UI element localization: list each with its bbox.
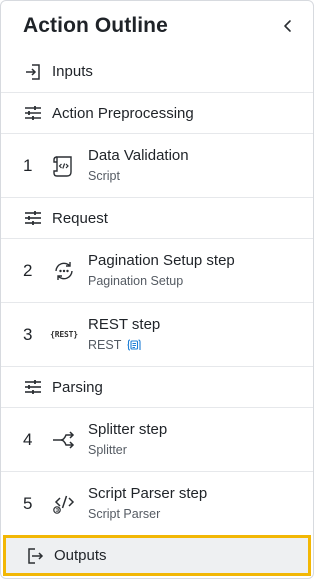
step-subtitle: Pagination Setup [88, 273, 184, 288]
step-number: 2 [23, 260, 33, 280]
outline-item-label: Outputs [54, 547, 107, 564]
sliders-icon [23, 208, 43, 228]
section-label: Action Preprocessing [52, 104, 194, 122]
script-scroll-icon [49, 151, 79, 181]
step-subtitle: Script [88, 168, 120, 183]
step-number: 3 [23, 324, 33, 344]
outline-step-1[interactable]: 1 Data Validation Script [1, 133, 313, 197]
section-label: Parsing [52, 378, 103, 396]
section-label: Request [52, 209, 108, 227]
panel-header: Action Outline [1, 1, 313, 51]
panel-title: Action Outline [23, 14, 168, 37]
code-parser-icon [49, 489, 79, 519]
step-subtitle: REST [88, 337, 122, 352]
step-number: 1 [23, 155, 33, 175]
outline-item-inputs[interactable]: Inputs [1, 51, 313, 92]
step-title: Splitter step [88, 420, 168, 438]
outline-item-label: Inputs [52, 63, 93, 80]
outline-section-request[interactable]: Request [1, 197, 313, 238]
outline-step-2[interactable]: 2 Pagination Setup step Pagination Setup [1, 238, 313, 302]
outline-list: Inputs Action Preprocessing 1 Data Valid… [1, 51, 313, 576]
rest-braces-icon: {REST} [49, 320, 79, 350]
step-title: Pagination Setup step [88, 251, 235, 269]
step-number: 4 [23, 429, 33, 449]
step-number: 5 [23, 493, 33, 513]
step-title: REST step [88, 315, 161, 333]
swagger-icon [127, 338, 141, 351]
outline-item-outputs[interactable]: Outputs [3, 535, 311, 576]
pagination-cycle-icon [49, 256, 79, 286]
step-subtitle-wrap: REST [88, 335, 160, 355]
split-arrow-icon [49, 425, 79, 455]
step-subtitle: Script Parser [88, 506, 161, 521]
sign-out-icon [25, 546, 45, 566]
outline-step-3[interactable]: 3 {REST} REST step REST [1, 302, 313, 366]
action-outline-panel: Action Outline Inputs Action Preprocessi… [0, 0, 314, 579]
step-title: Script Parser step [88, 484, 208, 502]
collapse-button[interactable] [277, 15, 299, 37]
outline-step-5[interactable]: 5 Script Parser step Script Parser [1, 471, 313, 535]
outline-section-preprocessing[interactable]: Action Preprocessing [1, 92, 313, 133]
chevron-left-icon [284, 20, 291, 32]
sign-in-icon [23, 62, 43, 82]
step-subtitle: Splitter [88, 442, 127, 457]
outline-section-parsing[interactable]: Parsing [1, 366, 313, 407]
sliders-icon [23, 103, 43, 123]
sliders-icon [23, 377, 43, 397]
rest-icon-text: {REST} [50, 330, 78, 339]
step-title: Data Validation [88, 146, 189, 164]
outline-step-4[interactable]: 4 Splitter step Splitter [1, 407, 313, 471]
